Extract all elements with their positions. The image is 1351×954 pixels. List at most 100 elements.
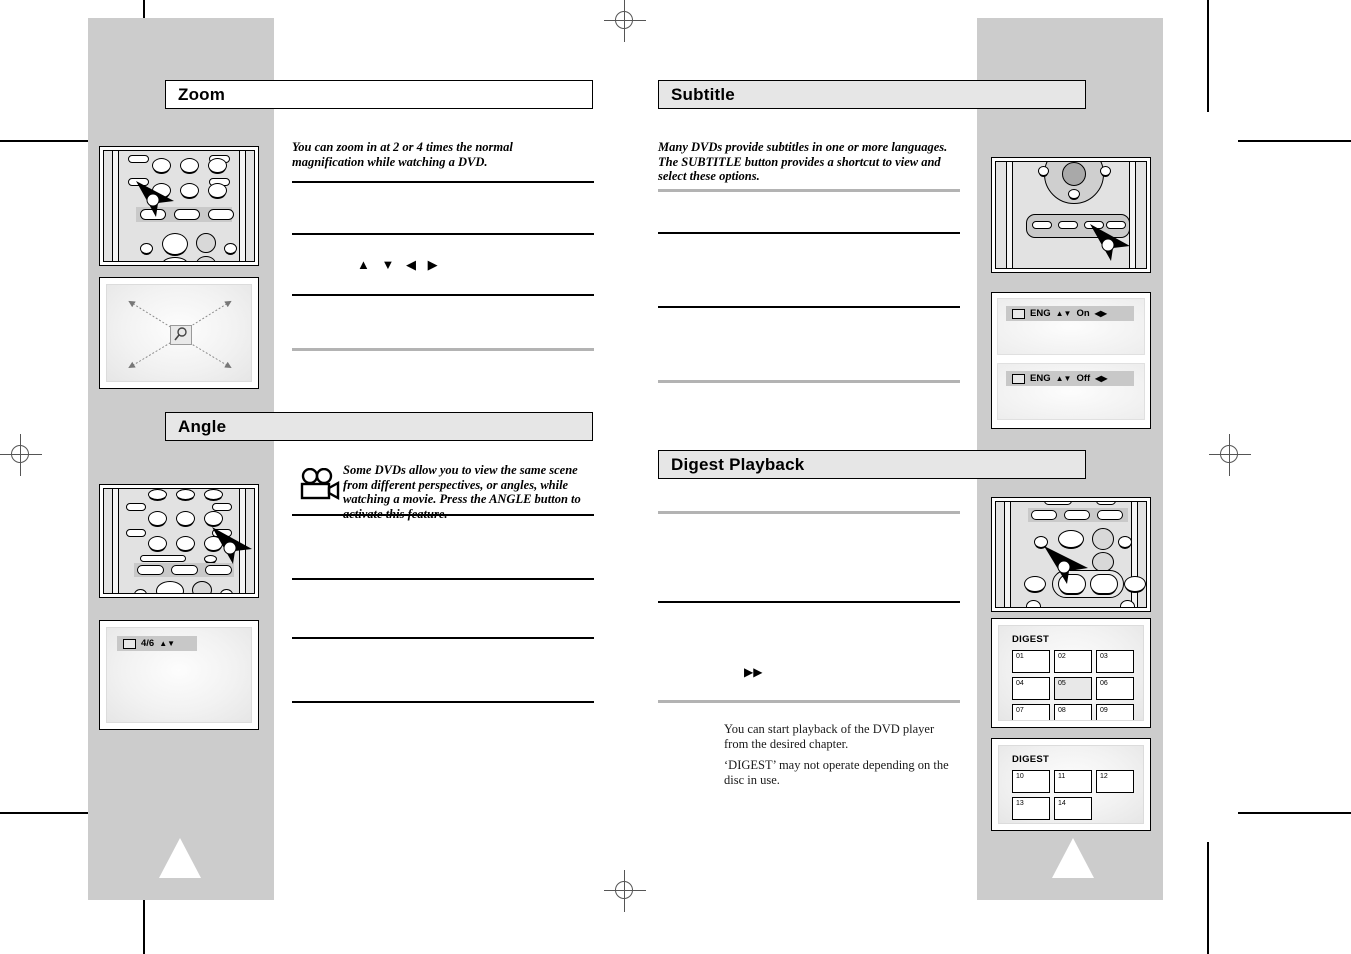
- remote-left-rail-sub: [1006, 162, 1013, 268]
- hand-pointer-cursor-subtitle: [1090, 224, 1130, 261]
- remote-keypad-button-5[interactable]: [180, 183, 199, 198]
- tv-screen-zoom: [106, 284, 252, 382]
- subtitle-state-on: On: [1076, 308, 1090, 319]
- remote-top-pill-1[interactable]: [1044, 502, 1072, 505]
- remote-keypad-a7[interactable]: [148, 536, 167, 551]
- digest-chapter-cell[interactable]: 09: [1096, 704, 1134, 720]
- digest-chapter-cell-selected[interactable]: 05: [1054, 677, 1092, 700]
- chapter-number: 06: [1100, 680, 1108, 687]
- remote-control-body: [103, 150, 255, 262]
- subtitle-rule-2: [658, 232, 960, 234]
- remote-nav-right-icon[interactable]: [1100, 166, 1111, 176]
- digest-chapter-cell[interactable]: 06: [1096, 677, 1134, 700]
- tv-screen-angle: 4/6 ▲▼: [106, 627, 252, 723]
- remote-button-audio[interactable]: [1032, 221, 1052, 229]
- remote-top-pill-2[interactable]: [1096, 502, 1116, 505]
- remote-button-repeat[interactable]: [1058, 221, 1078, 229]
- remote-down-button[interactable]: [196, 256, 216, 261]
- digest-chapter-cell[interactable]: 10: [1012, 770, 1050, 793]
- remote-record-button[interactable]: [1026, 600, 1041, 607]
- crop-mark-top-right-v: [1207, 0, 1209, 112]
- remote-side-a1[interactable]: [126, 503, 146, 511]
- subtitle-rule-1: [658, 189, 960, 192]
- digest-chapter-cell[interactable]: 02: [1054, 650, 1092, 673]
- remote-side-a2[interactable]: [126, 529, 146, 537]
- remote-left-rail-dig: [1004, 502, 1011, 607]
- digest-title-2: DIGEST: [1012, 754, 1050, 765]
- remote-option-button[interactable]: [1120, 600, 1135, 607]
- remote-keypad-a4[interactable]: [148, 511, 167, 526]
- digest-chapter-cell[interactable]: 07: [1012, 704, 1050, 720]
- remote-control-body-digest: [995, 501, 1147, 608]
- remote-keypad-a5[interactable]: [176, 511, 195, 526]
- remote-small-button-left[interactable]: [140, 243, 153, 254]
- remote-keypad-a2[interactable]: [176, 489, 195, 500]
- digest-chapter-cell[interactable]: 03: [1096, 650, 1134, 673]
- remote-digest-func-2[interactable]: [1064, 510, 1090, 520]
- digest-chapter-cell[interactable]: 14: [1054, 797, 1092, 820]
- digest-chapter-cell[interactable]: 04: [1012, 677, 1050, 700]
- subtitle-updown-on: ▲▼: [1055, 309, 1072, 318]
- remote-func-a1[interactable]: [137, 565, 164, 575]
- remote-up-angle[interactable]: [192, 581, 212, 593]
- digest-chapter-cell[interactable]: 08: [1054, 704, 1092, 720]
- remote-small-right-angle[interactable]: [220, 589, 233, 593]
- remote-keypad-button-3[interactable]: [208, 158, 227, 173]
- remote-small-left-angle[interactable]: [134, 589, 147, 593]
- remote-digest-small-right[interactable]: [1118, 536, 1132, 548]
- remote-small-button-right[interactable]: [224, 243, 237, 254]
- chapter-number: 12: [1100, 773, 1108, 780]
- remote-function-button-3[interactable]: [208, 209, 234, 220]
- remote-side-button-1[interactable]: [128, 155, 149, 163]
- zoom-direction-arrows: ▲ ▼ ◀ ▶: [357, 257, 442, 272]
- registration-mark-bottom: [604, 870, 646, 912]
- figure-tv-zoom-directions: [99, 277, 259, 389]
- remote-digest-func-1[interactable]: [1031, 510, 1057, 520]
- remote-func-a3[interactable]: [205, 565, 232, 575]
- figure-digest-screen-2: DIGEST 10 11 12 13 14: [991, 738, 1151, 831]
- digest-chapter-cell[interactable]: 12: [1096, 770, 1134, 793]
- angle-updown-arrows: ▲▼: [159, 639, 176, 648]
- subtitle-updown-off: ▲▼: [1055, 374, 1072, 383]
- remote-keypad-a1[interactable]: [148, 489, 167, 500]
- remote-keypad-a3[interactable]: [204, 489, 223, 500]
- section-heading-angle: Angle: [165, 412, 593, 441]
- tv-screen-subtitle-off: ENG ▲▼ Off ◀▶: [997, 363, 1145, 420]
- figure-remote-subtitle: [991, 157, 1151, 273]
- digest-chapter-cell[interactable]: 01: [1012, 650, 1050, 673]
- remote-up-button[interactable]: [196, 233, 216, 253]
- subtitle-rule-3: [658, 306, 960, 308]
- remote-enter-button[interactable]: [162, 233, 188, 255]
- tv-screen-digest-2: DIGEST 10 11 12 13 14: [998, 745, 1144, 824]
- subtitle-leftright-off: ◀▶: [1095, 374, 1108, 383]
- remote-func-a2[interactable]: [171, 565, 198, 575]
- digest-chapter-cell[interactable]: 11: [1054, 770, 1092, 793]
- remote-navigation-center[interactable]: [1062, 162, 1086, 186]
- remote-control-body-angle: [103, 488, 255, 594]
- remote-left-rail-angle: [112, 489, 119, 593]
- remote-digest-func-3[interactable]: [1097, 510, 1123, 520]
- remote-keypad-button-2[interactable]: [180, 158, 199, 173]
- crop-mark-bottom-right-h: [1238, 812, 1351, 814]
- registration-mark-right: [1209, 434, 1251, 476]
- remote-nav-left-icon[interactable]: [1038, 166, 1049, 176]
- remote-next-button[interactable]: [1124, 576, 1146, 592]
- section-title-digest: Digest Playback: [671, 455, 805, 474]
- remote-lower-button[interactable]: [162, 257, 188, 261]
- remote-wide-button[interactable]: [140, 555, 186, 562]
- angle-value: 4/6: [141, 638, 155, 649]
- remote-angle-button[interactable]: [212, 503, 232, 511]
- remote-keypad-a8[interactable]: [176, 536, 195, 551]
- chapter-number: 01: [1016, 653, 1024, 660]
- remote-enter-angle[interactable]: [156, 581, 184, 593]
- chapter-number: 14: [1058, 800, 1066, 807]
- remote-keypad-button-1[interactable]: [152, 158, 171, 173]
- remote-nav-down-icon[interactable]: [1068, 189, 1080, 199]
- movie-camera-icon: [300, 468, 340, 501]
- digest-chapter-cell[interactable]: 13: [1012, 797, 1050, 820]
- remote-keypad-button-6[interactable]: [208, 183, 227, 198]
- figure-remote-zoom: [99, 146, 259, 266]
- chapter-number: 13: [1016, 800, 1024, 807]
- subtitle-leftright-on: ◀▶: [1094, 309, 1107, 318]
- angle-osd-bar: 4/6 ▲▼: [117, 636, 197, 651]
